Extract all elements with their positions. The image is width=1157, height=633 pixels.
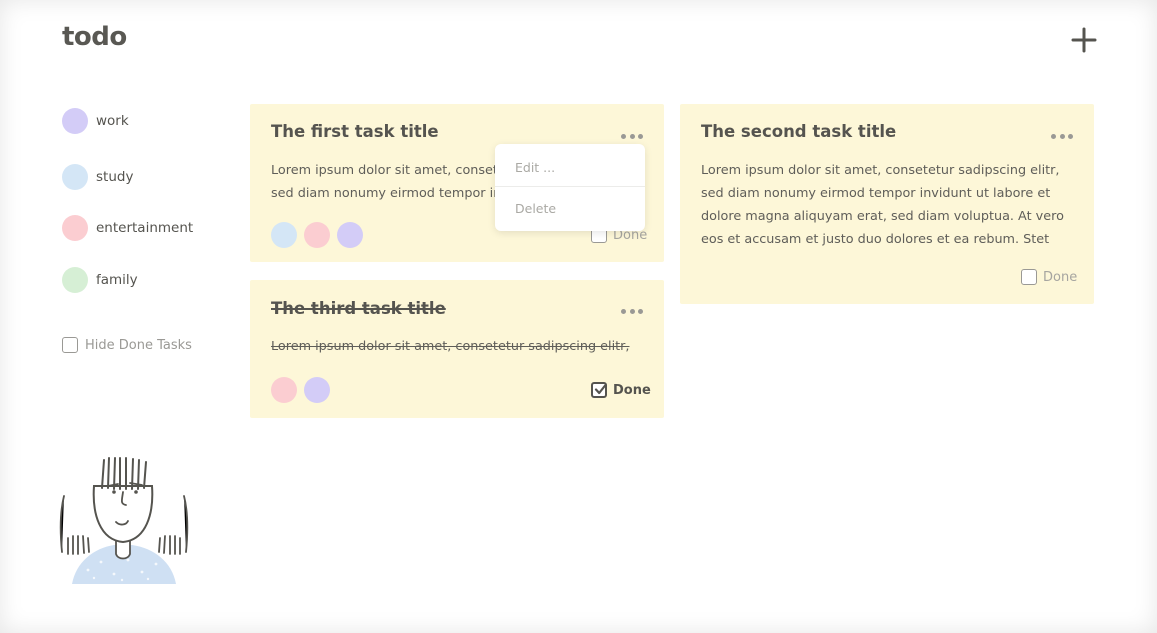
tag-dot	[271, 222, 297, 248]
done-checkbox[interactable]	[1021, 269, 1037, 285]
edit-menu-item[interactable]: Edit ...	[515, 160, 555, 175]
ellipsis-icon	[1051, 133, 1056, 139]
tag-dot	[337, 222, 363, 248]
done-label: Done	[1043, 269, 1078, 285]
task-title: The first task title	[271, 122, 439, 141]
tag-color-dot	[62, 164, 88, 190]
more-options-button[interactable]	[621, 132, 643, 140]
task-card-2: The second task title Lorem ipsum dolor …	[680, 104, 1094, 304]
task-body-line: sed diam nonumy eirmod tempor invidunt u…	[271, 186, 496, 201]
task-body-line: Lorem ipsum dolor sit amet, consetetur s…	[701, 163, 1060, 178]
add-task-button[interactable]	[1070, 26, 1098, 54]
tag-dot	[304, 222, 330, 248]
delete-menu-item[interactable]: Delete	[515, 201, 556, 216]
sidebar-tag-entertainment[interactable]: entertainment	[62, 215, 193, 241]
done-toggle[interactable]: Done	[591, 382, 651, 398]
task-body-line: Lorem ipsum dolor sit amet, consetetur s…	[271, 339, 630, 354]
hide-done-toggle[interactable]: Hide Done Tasks	[62, 336, 192, 354]
plus-icon	[1071, 27, 1097, 53]
tag-label: work	[96, 113, 129, 129]
task-body: Lorem ipsum dolor sit amet, consetetur s…	[701, 159, 1081, 251]
task-title: The second task title	[701, 122, 897, 141]
task-body: Lorem ipsum dolor sit amet, consetetur s…	[271, 335, 651, 358]
task-card-3: The third task title Lorem ipsum dolor s…	[250, 280, 664, 418]
tag-dot	[271, 377, 297, 403]
task-body-line: dolore magna aliquyam erat, sed diam vol…	[701, 209, 1064, 224]
task-context-menu: Edit ... Delete	[495, 144, 645, 231]
task-body-line: eos et accusam et justo duo dolores et e…	[701, 232, 1050, 247]
tag-color-dot	[62, 215, 88, 241]
ellipsis-icon	[621, 308, 626, 314]
app-window: todo work study entertainment family Hid…	[0, 0, 1157, 633]
sidebar-tag-work[interactable]: work	[62, 108, 129, 134]
done-toggle[interactable]: Done	[1021, 269, 1077, 285]
hide-done-checkbox[interactable]	[62, 337, 78, 353]
sidebar-tag-family[interactable]: family	[62, 267, 138, 293]
menu-divider	[495, 186, 645, 187]
tag-dot	[304, 377, 330, 403]
done-checkbox[interactable]	[591, 382, 607, 398]
checkmark-icon	[594, 383, 607, 395]
done-label: Done	[613, 382, 651, 398]
user-avatar-illustration	[59, 457, 189, 584]
tag-label: entertainment	[96, 220, 194, 236]
more-options-button[interactable]	[1051, 132, 1073, 140]
tag-label: family	[96, 272, 138, 288]
hide-done-label: Hide Done Tasks	[85, 337, 192, 353]
task-tags	[271, 377, 330, 403]
task-tags	[271, 222, 363, 248]
tag-color-dot	[62, 108, 88, 134]
tag-color-dot	[62, 267, 88, 293]
task-title: The third task title	[271, 299, 446, 318]
task-body-line: Lorem ipsum dolor sit amet, consetetur s…	[271, 163, 496, 178]
sidebar-tag-study[interactable]: study	[62, 164, 133, 190]
task-body-line: sed diam nonumy eirmod tempor invidunt u…	[701, 186, 1051, 201]
task-body: Lorem ipsum dolor sit amet, consetetur s…	[271, 159, 496, 205]
app-title: todo	[62, 22, 127, 52]
ellipsis-icon	[621, 133, 626, 139]
tag-label: study	[96, 169, 134, 185]
more-options-button[interactable]	[621, 307, 643, 315]
